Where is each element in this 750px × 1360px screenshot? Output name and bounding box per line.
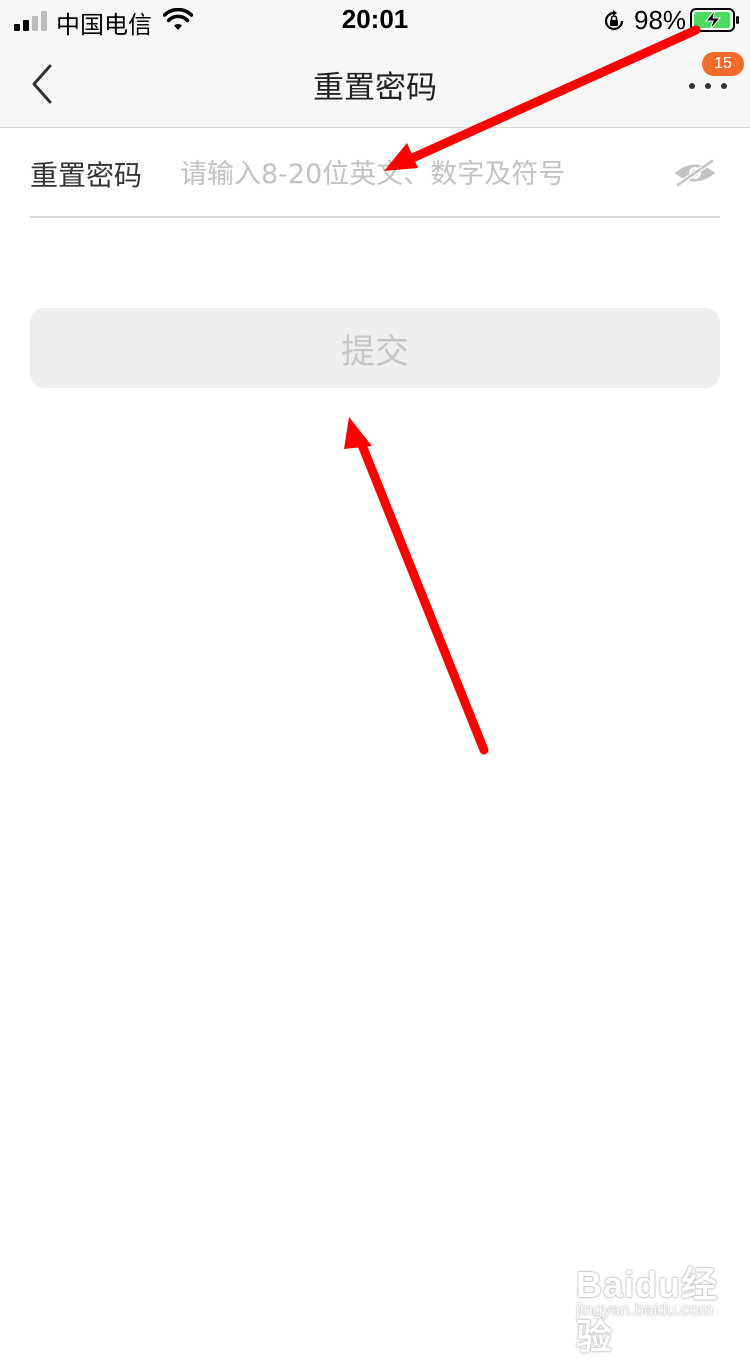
field-label: 重置密码: [30, 159, 143, 192]
rotation-lock-icon: [604, 10, 624, 31]
reset-password-field-row: 重置密码: [30, 128, 720, 218]
navigation-bar: 重置密码: [0, 42, 750, 128]
notification-badge: 15: [702, 52, 744, 76]
password-visibility-toggle[interactable]: [672, 158, 718, 188]
battery-percent: 98%: [634, 5, 687, 35]
baidu-jingyan-watermark: Baidu经验 jingyan.baidu.com: [560, 1248, 740, 1357]
submit-button[interactable]: 提交: [30, 308, 720, 388]
battery-charging-icon: [690, 8, 739, 32]
password-input[interactable]: [180, 146, 650, 202]
more-dots-icon: [689, 83, 727, 89]
arrow-to-submit-button: [344, 417, 489, 755]
watermark-domain: jingyan.baidu.com: [576, 1300, 714, 1319]
eye-hidden-icon: [675, 158, 715, 188]
page-title: 重置密码: [313, 70, 437, 106]
more-button[interactable]: [680, 70, 740, 110]
status-bar: 中国电信 20:01 98%: [0, 0, 750, 42]
